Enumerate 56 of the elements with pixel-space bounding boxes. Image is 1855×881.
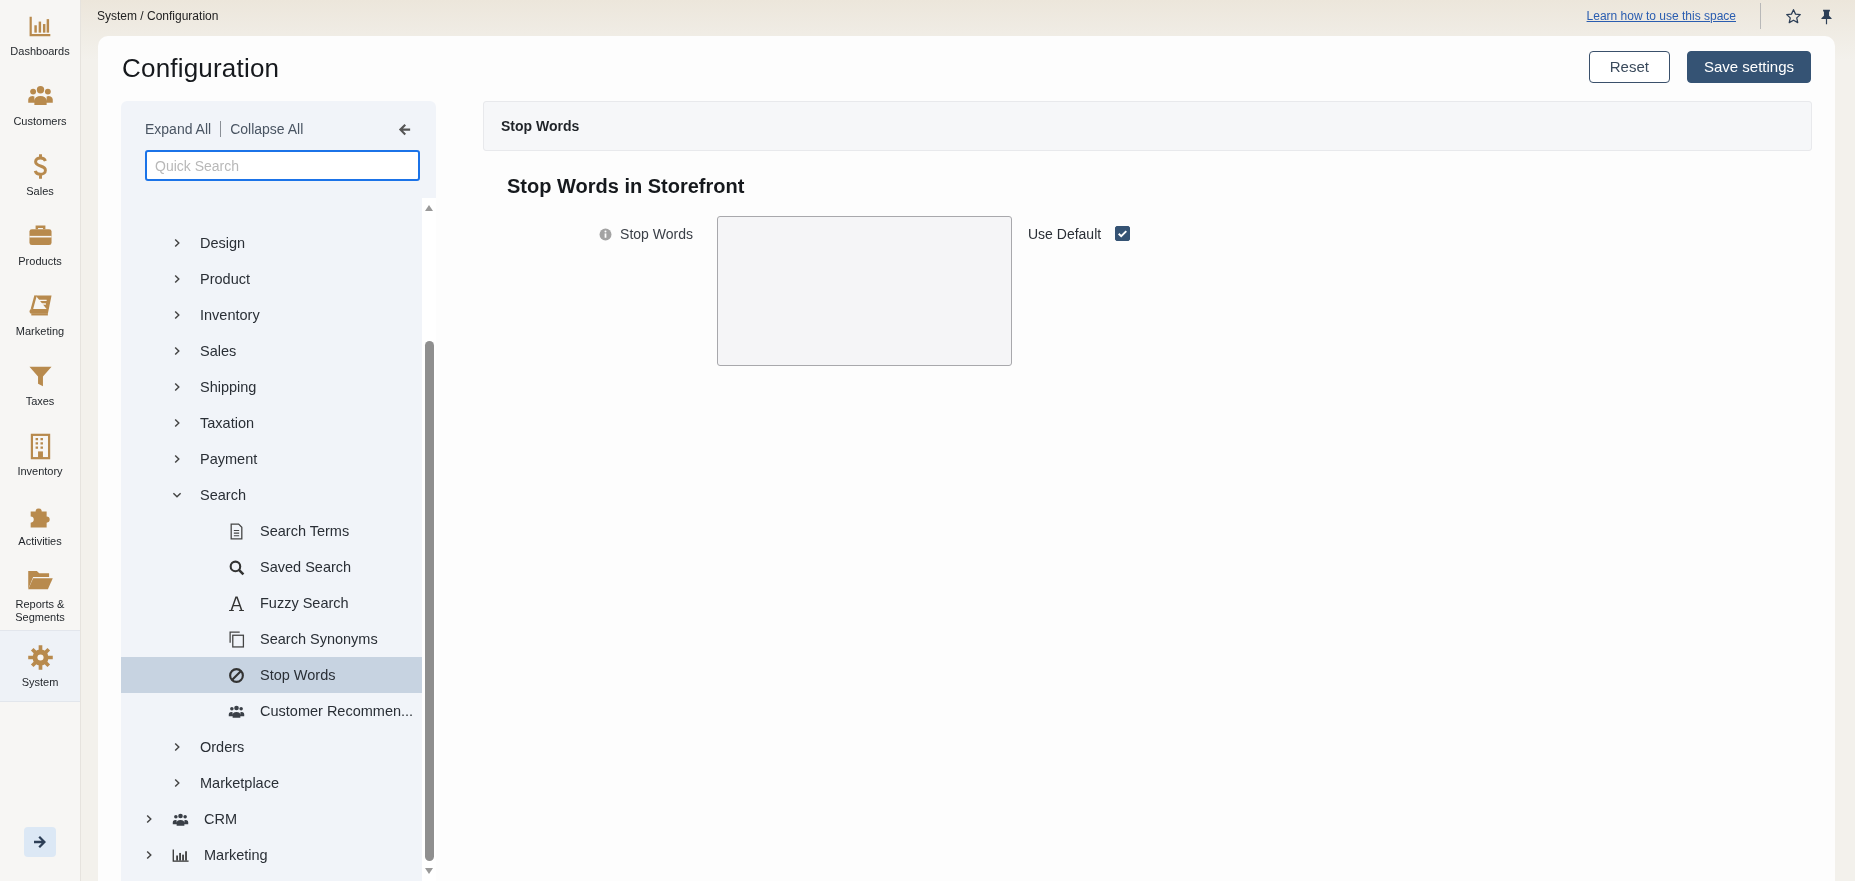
scrollbar[interactable]	[422, 198, 436, 881]
settings-icon	[26, 643, 54, 671]
expand-sidebar-button[interactable]	[24, 827, 56, 857]
checkbox-label: Use Default	[1028, 226, 1102, 242]
no-entry-icon	[228, 666, 245, 684]
tree-item[interactable]: Shipping	[121, 369, 422, 405]
nav-item[interactable]: Customers	[0, 70, 80, 140]
nav-item[interactable]: Sales	[0, 140, 80, 210]
tree-item[interactable]: Taxation	[121, 405, 422, 441]
scroll-down-icon[interactable]	[424, 867, 434, 875]
tree-item[interactable]: Search Terms	[121, 513, 422, 549]
tree-item[interactable]: Design	[121, 225, 422, 261]
reset-button[interactable]: Reset	[1588, 50, 1670, 83]
search-icon	[228, 558, 245, 576]
collapse-all-link[interactable]: Collapse All	[230, 121, 304, 137]
nav-item[interactable]: Products	[0, 210, 80, 280]
tree-item[interactable]: Search	[121, 477, 422, 513]
help-link[interactable]: Learn how to use this space	[1586, 9, 1736, 23]
nav-item[interactable]: Activities	[0, 490, 80, 560]
tree-item[interactable]: Saved Search	[121, 549, 422, 585]
nav-item[interactable]: Marketing	[0, 280, 80, 350]
breadcrumb: System / Configuration	[97, 9, 219, 23]
checkbox[interactable]	[1115, 226, 1131, 241]
copy-icon	[228, 630, 245, 648]
tree-item[interactable]: Payment	[121, 441, 422, 477]
tree-item[interactable]: Stop Words	[121, 657, 422, 693]
letter-icon	[228, 594, 245, 612]
save-button[interactable]: Save settings	[1686, 50, 1811, 83]
tree-item[interactable]: Search Synonyms	[121, 621, 422, 657]
tree-item[interactable]: Fuzzy Search	[121, 585, 422, 621]
expand-all-link[interactable]: Expand All	[145, 121, 212, 137]
section-header-title: Stop Words	[501, 118, 580, 134]
tree-item[interactable]: Sales	[121, 333, 422, 369]
arrow-right-icon	[32, 834, 48, 850]
nav-item[interactable]: Taxes	[0, 350, 80, 420]
nav-item[interactable]: System	[0, 630, 80, 702]
scroll-up-icon[interactable]	[424, 204, 434, 212]
tree-item[interactable]: Marketing	[121, 837, 422, 873]
tree-item[interactable]: CRM	[121, 801, 422, 837]
nav-item[interactable]: Inventory	[0, 420, 80, 490]
field-label: Stop Words	[620, 226, 693, 242]
tree-item[interactable]: Customer Recommen...	[121, 693, 422, 729]
star-icon[interactable]	[1785, 7, 1802, 25]
nav-item[interactable]: Reports & Segments	[0, 560, 80, 630]
tree-item[interactable]: Product	[121, 261, 422, 297]
page-title: Configuration	[122, 53, 280, 84]
search-field[interactable]: Quick Search	[145, 150, 420, 181]
section-title: Stop Words in Storefront	[507, 175, 746, 198]
tree-item[interactable]: Marketplace	[121, 765, 422, 801]
pin-icon[interactable]	[1818, 7, 1835, 25]
nav-item[interactable]: Dashboards	[0, 0, 80, 70]
tree-item[interactable]: Orders	[121, 729, 422, 765]
document-icon	[228, 522, 245, 540]
tree-item[interactable]: Inventory	[121, 297, 422, 333]
info-icon	[599, 227, 613, 241]
arrow-left-icon[interactable]	[397, 121, 412, 137]
